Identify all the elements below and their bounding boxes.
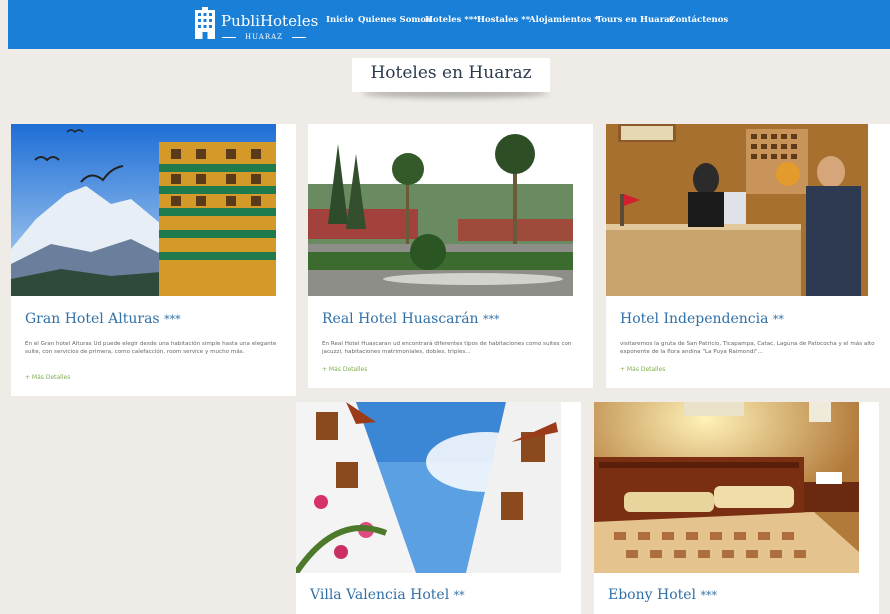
star-rating: ** — [453, 589, 465, 602]
star-rating: *** — [700, 589, 717, 602]
hotel-name[interactable]: Hotel Independencia ** — [620, 311, 784, 327]
hotel-photo[interactable] — [308, 124, 573, 296]
hotel-photo[interactable] — [296, 402, 561, 573]
star-rating: *** — [483, 313, 500, 326]
nav-hoteles[interactable]: Hoteles *** — [425, 15, 478, 25]
top-navbar: PubliHoteles HUARAZ Inicio Quienes Somos… — [8, 0, 890, 49]
hotel-building-icon — [195, 7, 215, 39]
site-logo[interactable]: PubliHoteles HUARAZ — [186, 5, 318, 43]
hotel-card-hotel-independencia: Hotel Independencia ** visitaremos la gr… — [606, 124, 890, 388]
hotel-name[interactable]: Ebony Hotel *** — [608, 587, 717, 603]
hotel-name[interactable]: Gran Hotel Alturas *** — [25, 311, 181, 327]
hotel-description: En el Gran hotel Alturas Ud puede elegir… — [25, 341, 277, 355]
hotel-description: visitaremos la gruta de San Patricio, Ti… — [620, 341, 875, 355]
more-details-link[interactable]: + Más Detalles — [620, 366, 665, 373]
logo-subtitle: HUARAZ — [222, 33, 306, 41]
page-title: Hoteles en Huaraz — [352, 58, 550, 92]
hotel-card-ebony-hotel: Ebony Hotel *** — [594, 402, 879, 614]
nav-inicio[interactable]: Inicio — [326, 15, 353, 25]
logo-text: PubliHoteles — [221, 12, 319, 30]
nav-hostales[interactable]: Hostales ** — [477, 15, 530, 25]
hotel-name[interactable]: Real Hotel Huascarán *** — [322, 311, 500, 327]
hotel-card-gran-hotel-alturas: Gran Hotel Alturas *** En el Gran hotel … — [11, 124, 296, 396]
star-rating: *** — [164, 313, 181, 326]
nav-contactenos[interactable]: Contáctenos — [669, 15, 728, 25]
star-rating: ** — [772, 313, 784, 326]
nav-tours[interactable]: Tours en Huaraz — [596, 15, 675, 25]
more-details-link[interactable]: + Más Detalles — [25, 374, 70, 381]
nav-quienes-somos[interactable]: Quienes Somos — [358, 15, 431, 25]
hotel-description: En Real Hotel Huascaran ud encontrará di… — [322, 341, 572, 355]
hotel-name[interactable]: Villa Valencia Hotel ** — [310, 587, 465, 603]
hotel-card-real-hotel-huascaran: Real Hotel Huascarán *** En Real Hotel H… — [308, 124, 593, 388]
hotel-card-villa-valencia: Villa Valencia Hotel ** — [296, 402, 581, 614]
nav-alojamientos[interactable]: Alojamientos * — [529, 15, 599, 25]
hotel-photo[interactable] — [594, 402, 859, 573]
hotel-photo[interactable] — [606, 124, 868, 296]
hotel-photo[interactable] — [11, 124, 276, 296]
more-details-link[interactable]: + Más Detalles — [322, 366, 367, 373]
